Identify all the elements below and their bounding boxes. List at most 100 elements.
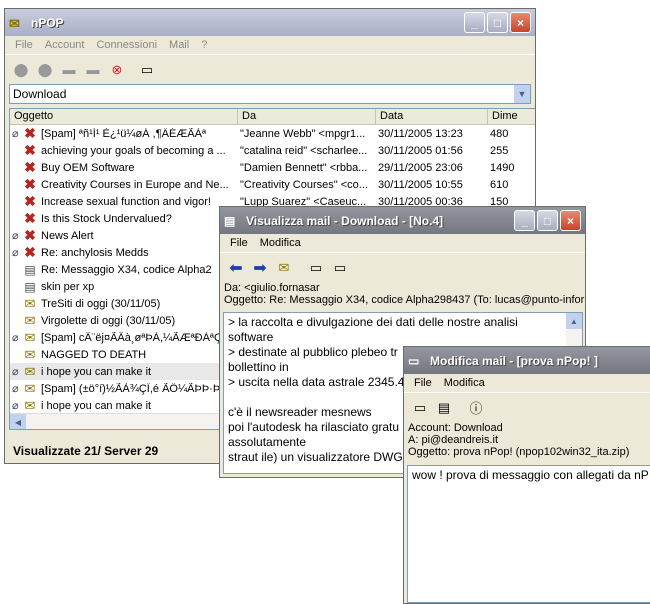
delete-mark-icon: ✖ bbox=[24, 194, 36, 209]
edit-toolbar: ▭ ▤ ⓘ bbox=[404, 392, 650, 422]
body-line: software bbox=[228, 330, 274, 344]
column-size[interactable]: Dime bbox=[488, 109, 535, 124]
forward-icon[interactable]: ▬ bbox=[83, 60, 103, 80]
app-envelope-icon: ✉ bbox=[9, 15, 20, 31]
paperclip-icon: ⌀ bbox=[12, 247, 19, 259]
close-button[interactable]: × bbox=[560, 210, 581, 231]
stop-icon[interactable]: ⊗ bbox=[107, 60, 127, 80]
edit-body[interactable]: wow ! prova di messaggio con allegati da… bbox=[407, 465, 650, 603]
row-subject-cell: ⌀ ✉ i hope you can make it bbox=[10, 399, 238, 413]
send-receive-icon[interactable]: ⬤ bbox=[35, 60, 55, 80]
row-from: "catalina reid" <scharlee... bbox=[240, 144, 368, 157]
row-size: 255 bbox=[490, 144, 509, 157]
view-titlebar[interactable]: ▤ Visualizza mail - Download - [No.4] _ … bbox=[220, 207, 585, 234]
row-subject: Re: Messaggio X34, codice Alpha2 bbox=[41, 263, 212, 276]
row-subject-cell: ✖ Is this Stock Undervalued? bbox=[10, 212, 238, 226]
envelope-icon: ✉ bbox=[24, 381, 36, 396]
row-from: "Damien Bennett" <rbba... bbox=[240, 161, 368, 174]
menu-file[interactable]: File bbox=[408, 377, 438, 389]
row-subject-cell: ⌀ ✉ [Spam] cÂ¨ëj¤ÃÂà¸øªÞÀ,¼ÃÆªÐÀªÇàº bbox=[10, 331, 238, 345]
view-from-line: Da: <giulio.fornasar bbox=[224, 282, 320, 294]
row-subject-cell: ✉ Virgolette di oggi (30/11/05) bbox=[10, 314, 238, 328]
table-row[interactable]: ✖ Buy OEM Software "Damien Bennett" <rbba.… bbox=[10, 159, 535, 176]
paperclip-icon: ⌀ bbox=[12, 366, 19, 378]
column-from[interactable]: Da bbox=[238, 109, 376, 124]
scroll-up-icon[interactable]: ▲ bbox=[566, 313, 582, 329]
minimize-button[interactable]: _ bbox=[464, 12, 485, 33]
delete-mark-icon: ✖ bbox=[24, 177, 36, 192]
row-subject: Creativity Courses in Europe and Ne... bbox=[41, 178, 229, 191]
view-subject-line: Oggetto: Re: Messaggio X34, codice Alpha… bbox=[224, 294, 586, 306]
edit-subject-line: Oggetto: prova nPop! (npop102win32_ita.z… bbox=[408, 446, 630, 458]
row-subject-cell: ▤ Re: Messaggio X34, codice Alpha2 bbox=[10, 263, 238, 277]
edit-window-title: Modifica mail - [prova nPop! ] bbox=[430, 353, 599, 368]
row-subject: Increase sexual function and vigor! bbox=[41, 195, 211, 208]
menu-modifica[interactable]: Modifica bbox=[254, 237, 307, 249]
row-subject: TreSiti di oggi (30/11/05) bbox=[41, 297, 161, 310]
row-from: "Creativity Courses" <co... bbox=[240, 178, 368, 191]
body-line: > la raccolta e divulgazione dei dati de… bbox=[228, 315, 518, 329]
menu-file[interactable]: File bbox=[224, 237, 254, 249]
envelope-icon: ✉ bbox=[24, 296, 36, 311]
check-mail-icon[interactable]: ⬤ bbox=[11, 60, 31, 80]
reply-all-icon[interactable]: ▭ bbox=[330, 258, 350, 278]
reply-icon[interactable]: ▬ bbox=[59, 60, 79, 80]
row-subject-cell: ⌀ ✖ [Spam] ªñ¹Í¹ È¿¹ü¼øÁ ,¶ÄÉÆÃÀª bbox=[10, 127, 238, 141]
minimize-button[interactable]: _ bbox=[514, 210, 535, 231]
row-subject: [Spam] ªñ¹Í¹ È¿¹ü¼øÁ ,¶ÄÉÆÃÀª bbox=[41, 127, 207, 140]
chevron-down-icon[interactable]: ▼ bbox=[514, 85, 530, 103]
reply-icon[interactable]: ▭ bbox=[306, 258, 326, 278]
row-size: 1490 bbox=[490, 161, 515, 174]
new-mail-icon[interactable]: ▭ bbox=[137, 60, 157, 80]
row-subject-cell: ⌀ ✉ i hope you can make it bbox=[10, 365, 238, 379]
info-icon[interactable]: ⓘ bbox=[466, 398, 486, 418]
arrow-right-icon[interactable]: ➡ bbox=[250, 258, 270, 278]
row-subject-cell: ✖ Increase sexual function and vigor! bbox=[10, 195, 238, 209]
table-row[interactable]: ✖ Creativity Courses in Europe and Ne... "… bbox=[10, 176, 535, 193]
column-subject[interactable]: Oggetto bbox=[10, 109, 238, 124]
table-row[interactable]: ⌀ ✖ [Spam] ªñ¹Í¹ È¿¹ü¼øÁ ,¶ÄÉÆÃÀª "Jeanne W… bbox=[10, 125, 535, 142]
close-button[interactable]: × bbox=[510, 12, 531, 33]
paperclip-icon: ⌀ bbox=[12, 383, 19, 395]
row-subject-cell: ✖ achieving your goals of becoming a ... bbox=[10, 144, 238, 158]
row-from: "Jeanne Webb" <mpgr1... bbox=[240, 127, 366, 140]
maximize-button[interactable]: □ bbox=[537, 210, 558, 231]
row-size: 610 bbox=[490, 178, 509, 191]
envelope-icon: ✉ bbox=[24, 330, 36, 345]
account-select[interactable]: Download ▼ bbox=[9, 84, 531, 104]
row-subject: i hope you can make it bbox=[41, 365, 152, 378]
row-subject-cell: ⌀ ✖ Re: anchylosis Medds bbox=[10, 246, 238, 260]
send-icon[interactable]: ▭ bbox=[410, 398, 430, 418]
row-date: 29/11/2005 23:06 bbox=[378, 161, 463, 174]
row-subject: Is this Stock Undervalued? bbox=[41, 212, 172, 225]
row-subject: i hope you can make it bbox=[41, 399, 152, 412]
view-toolbar: ⬅ ➡ ✉ ▭ ▭ bbox=[220, 252, 585, 282]
edit-to-line: A: pi@deandreis.it bbox=[408, 434, 499, 446]
table-row[interactable]: ✖ achieving your goals of becoming a ... "… bbox=[10, 142, 535, 159]
paperclip-icon: ⌀ bbox=[12, 400, 19, 412]
menu-mail[interactable]: Mail bbox=[163, 39, 195, 51]
row-date: 30/11/2005 10:55 bbox=[378, 178, 463, 191]
scroll-left-icon[interactable]: ◀ bbox=[10, 414, 26, 429]
envelope-icon[interactable]: ✉ bbox=[274, 258, 294, 278]
row-subject-cell: ⌀ ✖ News Alert bbox=[10, 229, 238, 243]
main-titlebar[interactable]: ✉ nPOP _ □ × bbox=[5, 9, 535, 36]
delete-mark-icon: ✖ bbox=[24, 228, 36, 243]
menu-file[interactable]: File bbox=[9, 39, 39, 51]
delete-mark-icon: ✖ bbox=[24, 245, 36, 260]
menu-help[interactable]: ? bbox=[195, 39, 213, 51]
attach-icon[interactable]: ▤ bbox=[434, 398, 454, 418]
menu-connessioni[interactable]: Connessioni bbox=[90, 39, 163, 51]
row-subject: Re: anchylosis Medds bbox=[41, 246, 149, 259]
column-date[interactable]: Data bbox=[376, 109, 488, 124]
document-icon: ▤ bbox=[224, 213, 236, 228]
list-header: Oggetto Da Data Dime bbox=[10, 109, 535, 125]
edit-account-line: Account: Download bbox=[408, 422, 503, 434]
arrow-left-icon[interactable]: ⬅ bbox=[226, 258, 246, 278]
menu-modifica[interactable]: Modifica bbox=[438, 377, 491, 389]
maximize-button[interactable]: □ bbox=[487, 12, 508, 33]
menu-account[interactable]: Account bbox=[39, 39, 91, 51]
paperclip-icon: ⌀ bbox=[12, 332, 19, 344]
edit-titlebar[interactable]: ▭ Modifica mail - [prova nPop! ] bbox=[404, 347, 650, 374]
delete-mark-icon: ✖ bbox=[24, 211, 36, 226]
